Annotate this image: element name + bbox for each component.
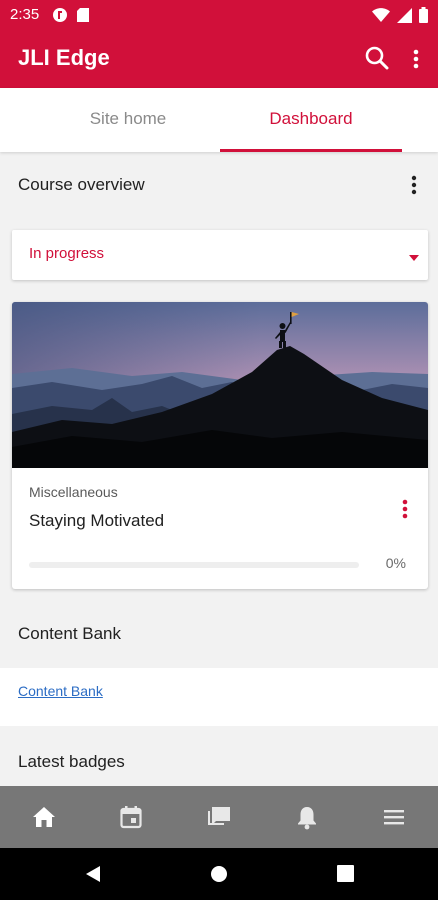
wifi-icon	[372, 7, 390, 28]
sd-card-icon	[76, 7, 90, 28]
calendar-icon[interactable]	[118, 804, 144, 830]
app-title: JLI Edge	[18, 45, 110, 70]
latest-badges-title: Latest badges	[18, 752, 125, 771]
course-filter-value: In progress	[29, 245, 105, 262]
course-progress-label: 0%	[385, 555, 406, 571]
content-bank-block: Content Bank	[0, 668, 438, 726]
content-bank-header: Content Bank	[0, 603, 438, 663]
tab-bar: Site home Dashboard	[0, 88, 438, 152]
course-overview-header: Course overview	[0, 154, 438, 214]
course-overview-menu-icon[interactable]	[406, 174, 422, 196]
course-actions-icon[interactable]	[400, 498, 410, 520]
course-overview-title: Course overview	[18, 175, 145, 194]
tab-site-home[interactable]: Site home	[18, 88, 238, 152]
back-icon[interactable]	[84, 865, 102, 888]
course-image	[12, 302, 428, 468]
content-bank-title: Content Bank	[18, 624, 122, 643]
menu-icon[interactable]	[381, 804, 407, 830]
course-category: Miscellaneous	[29, 484, 118, 500]
more-vert-icon[interactable]	[406, 47, 426, 71]
system-nav-bar	[0, 848, 438, 900]
course-name[interactable]: Staying Motivated	[29, 511, 164, 531]
course-card[interactable]: Miscellaneous Staying Motivated 0%	[12, 302, 428, 589]
battery-icon	[419, 7, 428, 28]
home-icon[interactable]	[31, 804, 57, 830]
content-bank-link[interactable]: Content Bank	[18, 683, 103, 699]
bell-icon[interactable]	[294, 804, 320, 830]
tab-dashboard[interactable]: Dashboard	[220, 88, 402, 152]
app-bar: JLI Edge	[0, 30, 438, 88]
status-bar: 2:35	[0, 0, 438, 30]
recents-icon[interactable]	[337, 865, 354, 887]
signal-icon	[397, 7, 412, 28]
home-button-icon[interactable]	[210, 865, 228, 888]
latest-badges-header: Latest badges	[0, 730, 438, 790]
course-progress-bar	[29, 562, 359, 568]
notification-app-icon	[52, 7, 68, 28]
course-filter-select[interactable]: In progress	[12, 230, 428, 280]
search-icon[interactable]	[364, 45, 390, 71]
bottom-nav	[0, 786, 438, 848]
status-time: 2:35	[10, 6, 40, 23]
messages-icon[interactable]	[206, 804, 232, 830]
dropdown-arrow-icon	[408, 250, 420, 261]
